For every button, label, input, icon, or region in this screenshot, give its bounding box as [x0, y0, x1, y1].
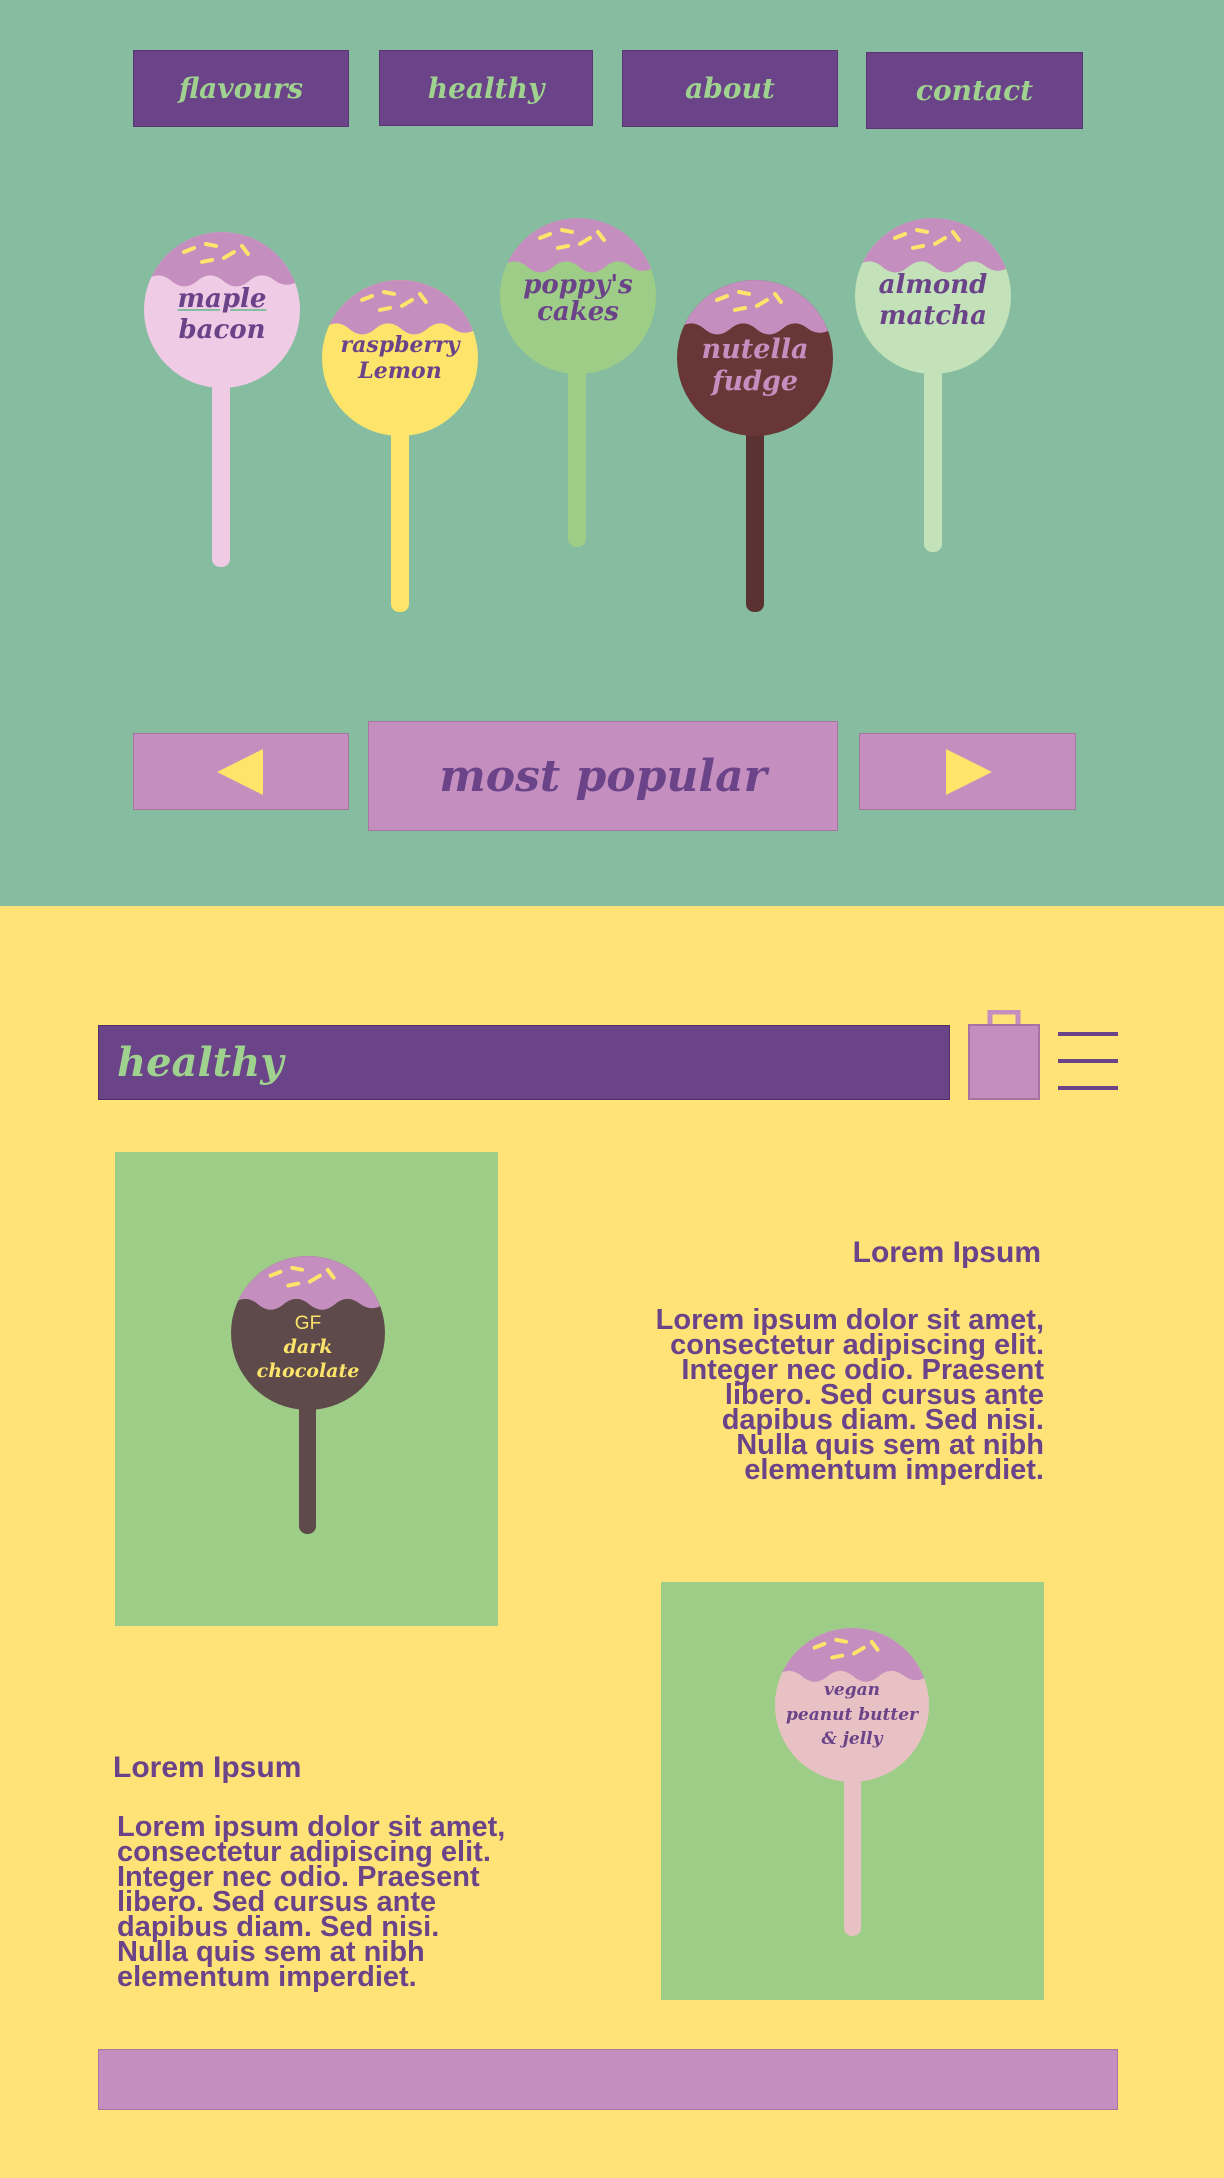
- pop-ball: almond matcha: [855, 218, 1011, 374]
- section-heading: Lorem Ipsum: [852, 1236, 1041, 1269]
- pop-ball: nutella fudge: [677, 280, 833, 436]
- pop-label-line2: bacon: [178, 315, 266, 346]
- pop-ball: GF dark chocolate: [231, 1256, 385, 1410]
- cake-pop-raspberry-lemon[interactable]: raspberry Lemon: [322, 280, 478, 612]
- pop-stick: [746, 430, 764, 612]
- product-label-line2: dark: [283, 1335, 333, 1358]
- cake-pop-almond-matcha[interactable]: almond matcha: [855, 218, 1011, 552]
- pop-label-line2: matcha: [879, 301, 987, 332]
- pop-stick: [212, 382, 230, 567]
- section-body: Lorem ipsum dolor sit amet, consectetur …: [117, 1813, 577, 1993]
- pop-label-line2: Lemon: [358, 358, 442, 385]
- cake-pop-nutella-fudge[interactable]: nutella fudge: [677, 280, 833, 612]
- hero-section: flavours healthy about contact maple bac…: [0, 0, 1224, 906]
- section-header-bar: healthy: [98, 1025, 950, 1100]
- pop-ball: maple bacon: [144, 232, 300, 388]
- pop-stick: [568, 368, 586, 547]
- product-card-gf-dark-chocolate[interactable]: GF dark chocolate: [115, 1152, 498, 1626]
- pop-label-line1: maple: [177, 284, 267, 314]
- section-heading: Lorem Ipsum: [113, 1751, 302, 1784]
- pop-stick: [391, 430, 409, 612]
- pop-label-line1: nutella: [701, 334, 809, 365]
- product-label-line2: peanut butter: [786, 1704, 918, 1725]
- section-body: Lorem ipsum dolor sit amet, consectetur …: [600, 1306, 1044, 1486]
- pop-label-line1: almond: [878, 270, 988, 300]
- pop-ball: raspberry Lemon: [322, 280, 478, 436]
- body-line: elementum imperdiet.: [117, 1961, 417, 1993]
- pop-label-line2: cakes: [537, 297, 619, 328]
- carousel-next-button[interactable]: [859, 733, 1076, 810]
- product-card-vegan-pb-jelly[interactable]: vegan peanut butter & jelly: [661, 1582, 1044, 2000]
- pop-stick: [924, 368, 942, 552]
- footer-bar: [98, 2049, 1118, 2110]
- section-title: healthy: [117, 1039, 284, 1086]
- pop-label-line2: fudge: [711, 366, 799, 398]
- pop-label-line1: raspberry: [340, 332, 460, 358]
- triangle-right-icon: [945, 748, 992, 795]
- carousel-prev-button[interactable]: [133, 733, 349, 810]
- shopping-bag-icon[interactable]: [968, 1009, 1040, 1100]
- hamburger-menu-icon[interactable]: [1058, 1030, 1118, 1092]
- cake-pop-poppys-cakes[interactable]: poppy's cakes: [500, 218, 656, 547]
- product-label-line3: & jelly: [821, 1729, 883, 1750]
- pop-ball: poppy's cakes: [500, 218, 656, 374]
- product-label-line1: GF: [294, 1313, 322, 1334]
- nav-healthy-button[interactable]: healthy: [379, 50, 593, 126]
- pop-label-line1: poppy's: [523, 270, 633, 300]
- product-label-line1: vegan: [824, 1680, 880, 1700]
- nav-about-button[interactable]: about: [622, 50, 838, 127]
- pop-stick: [844, 1772, 861, 1936]
- pop-ball: vegan peanut butter & jelly: [775, 1628, 929, 1782]
- nav-flavours-button[interactable]: flavours: [133, 50, 349, 127]
- carousel-title: most popular: [368, 721, 838, 831]
- nav-contact-button[interactable]: contact: [866, 52, 1083, 129]
- body-line: elementum imperdiet.: [744, 1454, 1044, 1486]
- cake-pop-maple-bacon[interactable]: maple bacon: [144, 232, 300, 567]
- triangle-left-icon: [217, 748, 263, 795]
- product-label-line3: chocolate: [256, 1359, 360, 1382]
